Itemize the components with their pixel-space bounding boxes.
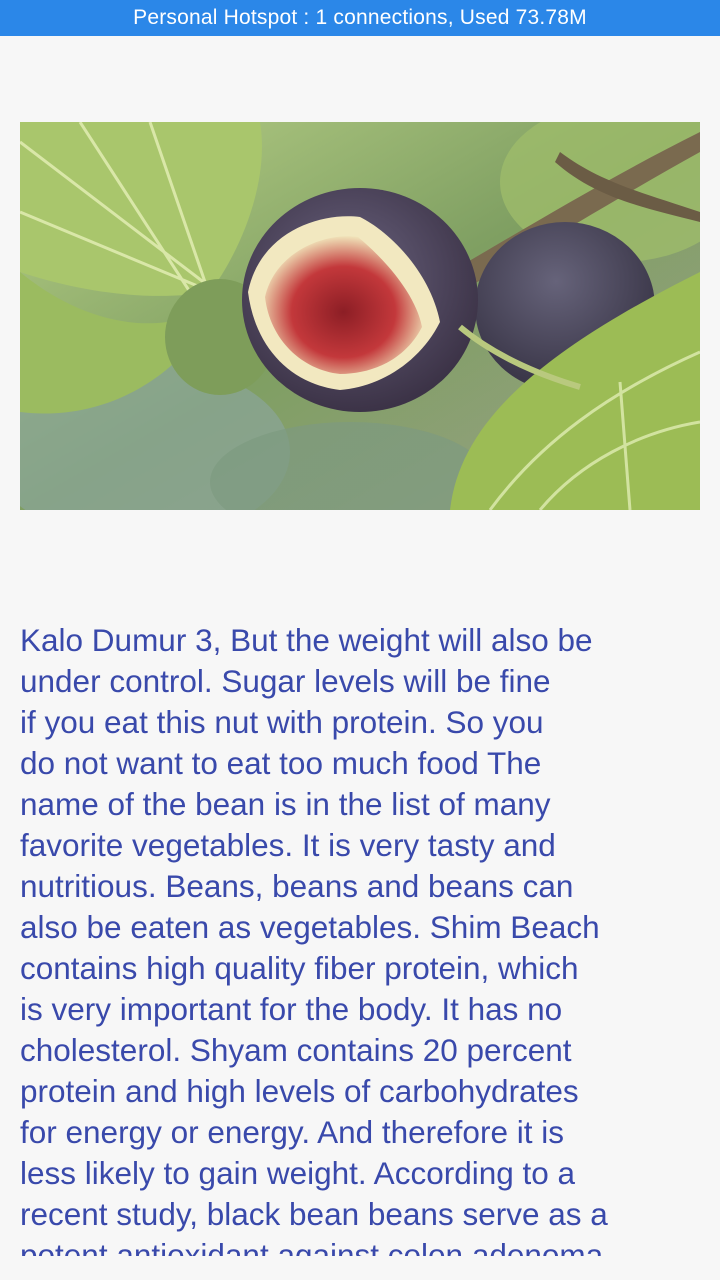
status-bar-text: Personal Hotspot : 1 connections, Used 7… bbox=[133, 6, 587, 29]
article-body-text: Kalo Dumur 3, But the weight will also b… bbox=[20, 622, 608, 1256]
status-bar: Personal Hotspot : 1 connections, Used 7… bbox=[0, 0, 720, 36]
article-scroll-view[interactable]: Kalo Dumur 3, But the weight will also b… bbox=[0, 36, 720, 1256]
fig-fruit-photo bbox=[20, 122, 700, 510]
